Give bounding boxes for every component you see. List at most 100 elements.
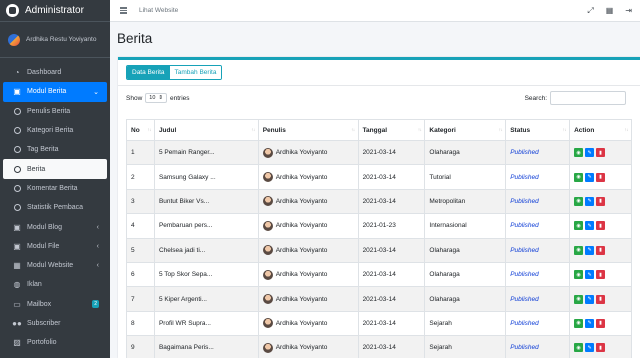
logout-icon[interactable]: ⇥ [625,6,632,15]
cell-action: ◉ ✎ ▮ [569,286,632,312]
sidebar-item-modul-blog[interactable]: ▣ Modul Blog ‹ [3,217,107,236]
column-header-tanggal[interactable]: Tanggal ↑↓ [357,119,426,141]
tab-tambah-berita[interactable]: Tambah Berita [169,66,222,79]
circle-icon [12,203,22,213]
eye-icon: ◉ [576,174,581,181]
view-website-link[interactable]: Lihat Website [139,7,178,14]
edit-button[interactable]: ✎ [585,172,595,182]
cell-kategori: Olaharaga [424,139,507,166]
view-button[interactable]: ◉ [574,318,584,328]
delete-button[interactable]: ▮ [596,294,606,304]
column-header-judul[interactable]: Judul ↑↓ [153,119,259,141]
delete-button[interactable]: ▮ [596,343,606,353]
cell-tanggal: 2021-03-14 [357,237,426,263]
sidebar-item-iklan[interactable]: ◍ Iklan [3,275,107,294]
topbar-icons: ⤢ ▦ ⇥ [587,6,632,16]
delete-button[interactable]: ▮ [596,221,606,231]
cell-no: 9 [126,335,155,358]
cell-penulis: Ardhika Yoviyanto [257,164,359,190]
view-button[interactable]: ◉ [574,221,584,231]
sidebar-item-dashboard[interactable]: ◔ Dashboard [3,63,107,82]
edit-button[interactable]: ✎ [585,270,595,280]
edit-button[interactable]: ✎ [585,148,595,158]
circle-icon [12,106,22,116]
sidebar-item-modul-berita[interactable]: ▣ Modul Berita ⌄ [3,82,107,102]
edit-button[interactable]: ✎ [585,294,595,304]
sidebar-item-kategori-berita[interactable]: Kategori Berita [3,121,107,140]
tab-data-berita[interactable]: Data Berita [127,66,170,79]
edit-button[interactable]: ✎ [585,196,595,206]
sidebar-item-subscriber[interactable]: ●● Subscriber [3,314,107,333]
sidebar-item-label: Modul Website [27,262,74,270]
cell-tanggal: 2021-03-14 [357,335,426,358]
delete-button[interactable]: ▮ [596,270,606,280]
sidebar-item-portofolio[interactable]: ▨ Portofolio [3,333,107,352]
sidebar-item-modul-file[interactable]: ▣ Modul File ‹ [3,237,107,256]
brand-logo-icon [6,4,19,17]
menu-toggle-icon[interactable] [120,7,127,14]
delete-button[interactable]: ▮ [596,148,606,158]
view-button[interactable]: ◉ [574,294,584,304]
view-button[interactable]: ◉ [574,148,584,158]
edit-icon: ✎ [587,296,592,303]
author-avatar [262,147,273,158]
cell-judul: 5 Kiper Argenti... [153,286,259,312]
view-button[interactable]: ◉ [574,343,584,353]
edit-icon: ✎ [587,344,592,351]
column-header-kategori[interactable]: Kategori ↑↓ [424,119,507,141]
cell-action: ◉ ✎ ▮ [569,213,632,239]
edit-icon: ✎ [587,174,592,181]
cell-status: Published [505,310,571,337]
edit-button[interactable]: ✎ [585,318,595,328]
sidebar-item-komentar-berita[interactable]: Komentar Berita [3,179,107,198]
view-button[interactable]: ◉ [574,172,584,182]
author-avatar [262,172,273,183]
view-button[interactable]: ◉ [574,196,584,206]
users-icon: ●● [12,319,22,328]
author-name: Ardhika Yoviyanto [275,319,328,327]
column-header-penulis[interactable]: Penulis ↑↓ [257,119,359,141]
sidebar-item-berita[interactable]: Berita [3,159,107,179]
table-row: 15 Pemain Ranger... Ardhika Yoviyanto 2021… [126,139,632,166]
user-panel[interactable]: Ardhika Restu Yoviyanto [0,22,110,58]
view-button[interactable]: ◉ [574,245,584,255]
entries-select[interactable]: 10 ⇕ [145,93,167,103]
cell-judul: Buntut Biker Vs... [153,188,259,215]
edit-button[interactable]: ✎ [585,221,595,231]
fullscreen-icon[interactable]: ⤢ [587,6,593,16]
image-icon: ▨ [13,338,21,348]
column-header-status[interactable]: Status ↑↓ [505,119,571,141]
sidebar-item-penulis-berita[interactable]: Penulis Berita [3,102,107,121]
top-navbar: Lihat Website ⤢ ▦ ⇥ [110,0,640,22]
sidebar-item-label: Mailbox [27,300,52,308]
cell-penulis: Ardhika Yoviyanto [257,286,359,312]
edit-button[interactable]: ✎ [585,343,595,353]
author-avatar [262,220,273,231]
sidebar-item-label: Kategori Berita [27,127,74,135]
search-input[interactable] [550,91,626,105]
grid-icon[interactable]: ▦ [606,6,614,15]
delete-button[interactable]: ▮ [596,318,606,328]
sidebar-item-statistik-pembaca[interactable]: Statistik Pembaca [3,198,107,217]
view-button[interactable]: ◉ [574,270,584,280]
sidebar-item-mailbox[interactable]: ▭ Mailbox 2 [3,295,107,314]
book-icon: ▣ [13,241,21,251]
edit-button[interactable]: ✎ [585,245,595,255]
entries-value: 10 [149,95,156,101]
sidebar-item-modul-website[interactable]: ▦ Modul Website ‹ [3,256,107,275]
column-header-action[interactable]: Action ↑↓ [569,119,632,141]
chevron-left-icon: ‹ [96,242,99,250]
delete-button[interactable]: ▮ [596,245,606,255]
sidebar-item-tag-berita[interactable]: Tag Berita [3,140,107,159]
brand[interactable]: Administrator [0,0,110,22]
trash-icon: ▮ [599,320,602,327]
delete-button[interactable]: ▮ [596,196,606,206]
status-badge: Published [510,271,539,279]
eye-icon: ◉ [576,247,581,254]
search-label: Search: [524,94,547,102]
cell-kategori: Sejarah [424,310,507,337]
column-header-no[interactable]: No ↑↓ [126,119,155,141]
cell-penulis: Ardhika Yoviyanto [257,213,359,239]
author-name: Ardhika Yoviyanto [275,344,328,352]
delete-button[interactable]: ▮ [596,172,606,182]
